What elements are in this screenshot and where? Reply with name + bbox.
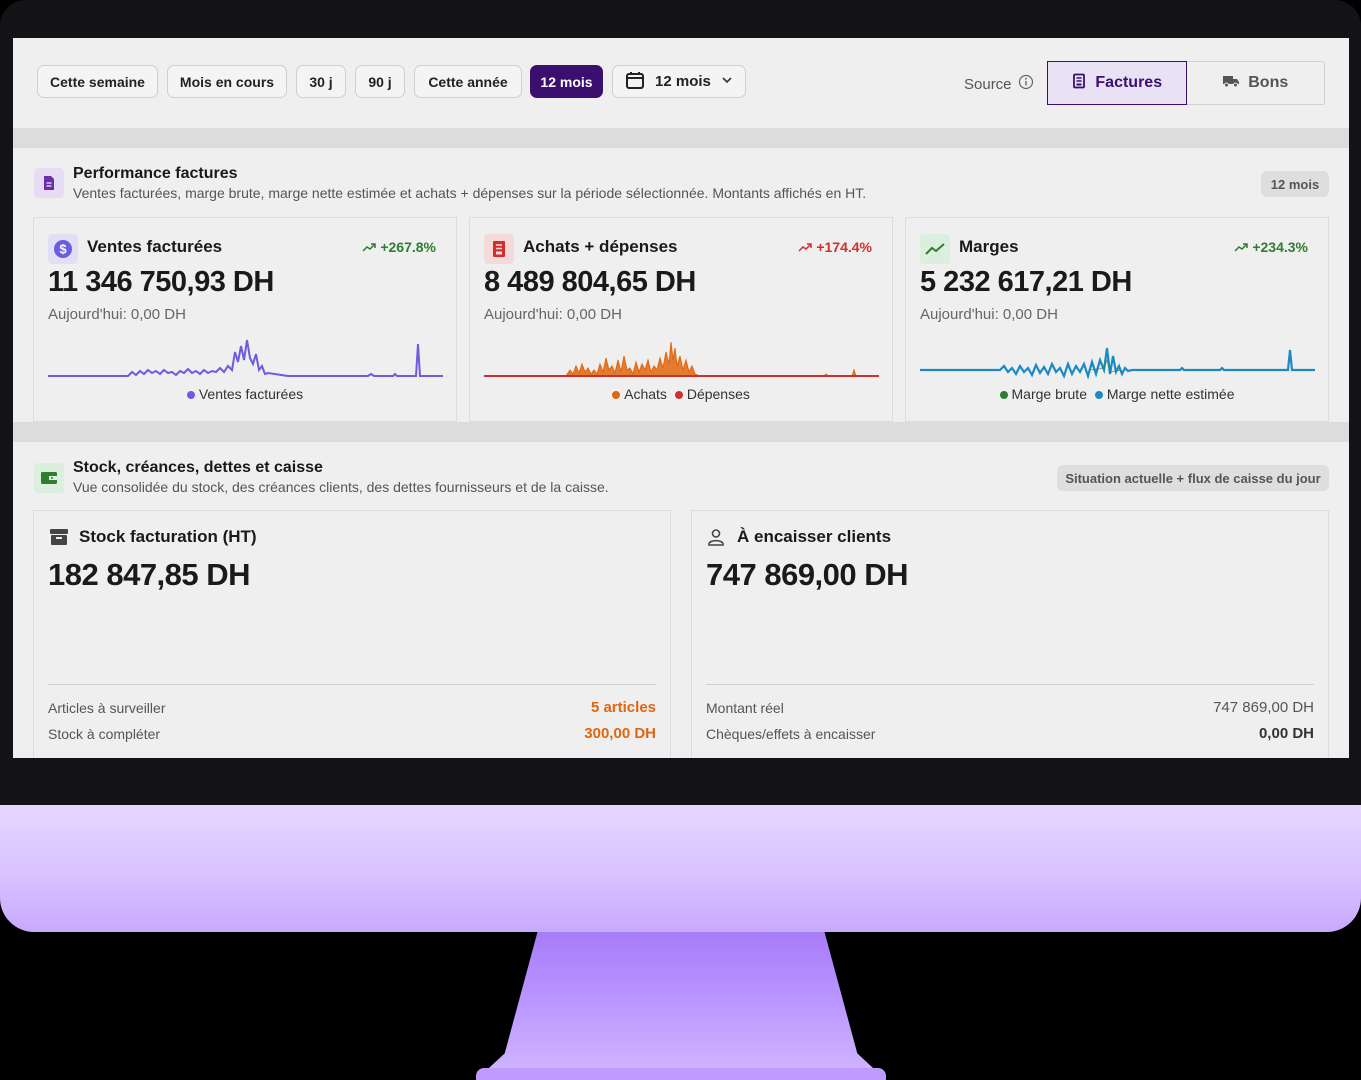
divider	[706, 684, 1314, 685]
ventes-value: 11 346 750,93 DH	[48, 266, 274, 298]
achats-card: Achats + dépenses +174.4% 8 489 804,65 D…	[469, 217, 893, 422]
invoice-icon	[484, 234, 514, 264]
stock-card-title: Stock facturation (HT)	[79, 527, 257, 546]
marges-sparkline	[920, 347, 1315, 380]
marges-trend: +234.3%	[1234, 239, 1308, 255]
stock-section-subtitle: Vue consolidée du stock, des créances cl…	[73, 479, 609, 495]
source-bons-label: Bons	[1248, 74, 1289, 91]
legend-depenses: Dépenses	[686, 386, 750, 402]
section-divider	[13, 128, 1349, 148]
ventes-today: Aujourd'hui: 0,00 DH	[48, 306, 186, 323]
legend-achats: Achats	[624, 386, 667, 402]
ventes-trend: +267.8%	[362, 239, 436, 255]
marges-card: Marges +234.3% 5 232 617,21 DH Aujourd'h…	[905, 217, 1329, 422]
period-90d-button[interactable]: 90 j	[355, 65, 405, 98]
source-factures-label: Factures	[1095, 74, 1163, 91]
date-range-select[interactable]: 12 mois	[612, 65, 746, 98]
ventes-sparkline	[48, 339, 443, 377]
achats-today: Aujourd'hui: 0,00 DH	[484, 306, 622, 323]
legend-dot	[612, 390, 621, 399]
stock-section-tag: Situation actuelle + flux de caisse du j…	[1057, 465, 1329, 491]
ventes-card: $ Ventes facturées +267.8% 11 346 750,93…	[33, 217, 457, 422]
achats-legend: Achats Dépenses	[470, 386, 892, 402]
period-toolbar: Cette semaine Mois en cours 30 j 90 j Ce…	[13, 38, 1349, 128]
achats-title: Achats + dépenses	[523, 237, 678, 256]
trending-up-icon	[362, 239, 377, 255]
clients-row-value: 747 869,00 DH	[1213, 699, 1314, 716]
marges-trend-value: +234.3%	[1252, 239, 1308, 255]
info-icon[interactable]	[1018, 74, 1034, 94]
stock-row-value[interactable]: 300,00 DH	[584, 725, 656, 742]
stock-section-title: Stock, créances, dettes et caisse	[73, 459, 323, 476]
achats-trend-value: +174.4%	[816, 239, 872, 255]
performance-subtitle: Ventes facturées, marge brute, marge net…	[73, 185, 867, 201]
legend-marge-nette: Marge nette estimée	[1106, 386, 1235, 402]
marges-legend: Marge brute Marge nette estimée	[906, 386, 1328, 402]
period-12-months-button[interactable]: 12 mois	[530, 65, 603, 98]
marges-value: 5 232 617,21 DH	[920, 266, 1132, 298]
source-label: Source	[964, 75, 1012, 93]
performance-period-tag: 12 mois	[1261, 171, 1329, 197]
document-icon	[34, 168, 64, 198]
wallet-icon	[34, 463, 64, 493]
chevron-down-icon	[721, 73, 733, 90]
period-current-month-button[interactable]: Mois en cours	[167, 65, 287, 98]
clients-row-label: Montant réel	[706, 700, 784, 716]
stock-row-label: Stock à compléter	[48, 726, 161, 742]
source-toggle: Factures Bons	[1047, 61, 1325, 105]
source-label-group: Source	[964, 74, 1034, 94]
monitor-stand	[476, 932, 886, 1080]
stock-card-value: 182 847,85 DH	[48, 557, 251, 592]
clients-card-title: À encaisser clients	[737, 527, 892, 546]
period-30d-button[interactable]: 30 j	[296, 65, 346, 98]
source-bons-button[interactable]: Bons	[1187, 62, 1325, 104]
truck-icon	[1222, 74, 1240, 93]
clients-row-value: 0,00 DH	[1258, 725, 1314, 742]
source-factures-button[interactable]: Factures	[1047, 61, 1187, 105]
dashboard-screen: Cette semaine Mois en cours 30 j 90 j Ce…	[13, 38, 1349, 758]
legend-ventes: Ventes facturées	[198, 386, 304, 402]
divider	[48, 684, 656, 685]
stock-card: Stock facturation (HT) 182 847,85 DH Art…	[33, 510, 671, 758]
trending-up-icon	[1234, 239, 1249, 255]
period-this-year-button[interactable]: Cette année	[414, 65, 522, 98]
achats-value: 8 489 804,65 DH	[484, 266, 696, 298]
clients-row-label: Chèques/effets à encaisser	[706, 726, 876, 742]
user-icon	[706, 527, 726, 552]
stock-row-value[interactable]: 5 articles	[591, 699, 656, 716]
calendar-icon	[625, 70, 645, 94]
dollar-icon: $	[48, 234, 78, 264]
archive-icon	[48, 527, 70, 552]
performance-title: Performance factures	[73, 165, 238, 182]
marges-title: Marges	[959, 237, 1019, 256]
achats-trend: +174.4%	[798, 239, 872, 255]
legend-dot	[1094, 390, 1103, 399]
clients-card-value: 747 869,00 DH	[706, 557, 909, 592]
legend-marge-brute: Marge brute	[1011, 386, 1087, 402]
achats-sparkline	[484, 341, 879, 377]
legend-dot	[999, 390, 1008, 399]
trending-up-icon	[920, 234, 950, 264]
legend-dot	[186, 390, 195, 399]
date-range-value: 12 mois	[655, 73, 711, 90]
monitor-stand-foot	[476, 1068, 886, 1080]
marges-today: Aujourd'hui: 0,00 DH	[920, 306, 1058, 323]
ventes-title: Ventes facturées	[87, 237, 223, 256]
stock-row-label: Articles à surveiller	[48, 700, 166, 716]
clients-card: À encaisser clients 747 869,00 DH Montan…	[691, 510, 1329, 758]
trending-up-icon	[798, 239, 813, 255]
period-this-week-button[interactable]: Cette semaine	[37, 65, 158, 98]
ventes-legend: Ventes facturées	[34, 386, 456, 402]
legend-dot	[674, 390, 683, 399]
receipt-icon	[1071, 73, 1087, 94]
section-divider	[13, 422, 1349, 442]
svg-text:$: $	[59, 242, 67, 257]
ventes-trend-value: +267.8%	[380, 239, 436, 255]
monitor-chin	[0, 805, 1361, 932]
